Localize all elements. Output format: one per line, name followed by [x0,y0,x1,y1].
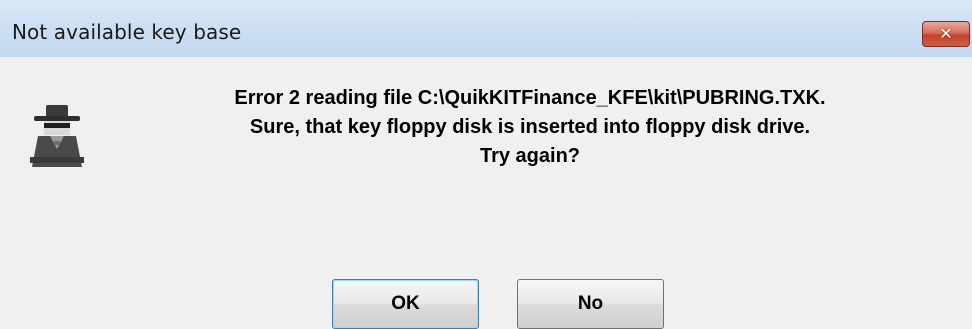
no-button[interactable]: No [517,279,664,329]
close-icon: ✕ [939,24,953,43]
close-button[interactable]: ✕ [922,21,970,47]
message-line-1: Error 2 reading file C:\QuikKITFinance_K… [234,87,826,109]
secret-agent-icon [30,105,84,167]
message-line-2: Sure, that key floppy disk is inserted i… [249,116,811,138]
error-message: Error 2 reading file C:\QuikKITFinance_K… [100,84,960,171]
title-bar[interactable]: Not available key base ✕ [0,0,972,57]
ok-button[interactable]: OK [332,279,479,329]
dialog-body: Error 2 reading file C:\QuikKITFinance_K… [0,57,972,329]
message-line-3: Try again? [479,145,581,167]
dialog-window: Not available key base ✕ Error 2 reading… [0,0,972,329]
window-title: Not available key base [12,20,242,44]
